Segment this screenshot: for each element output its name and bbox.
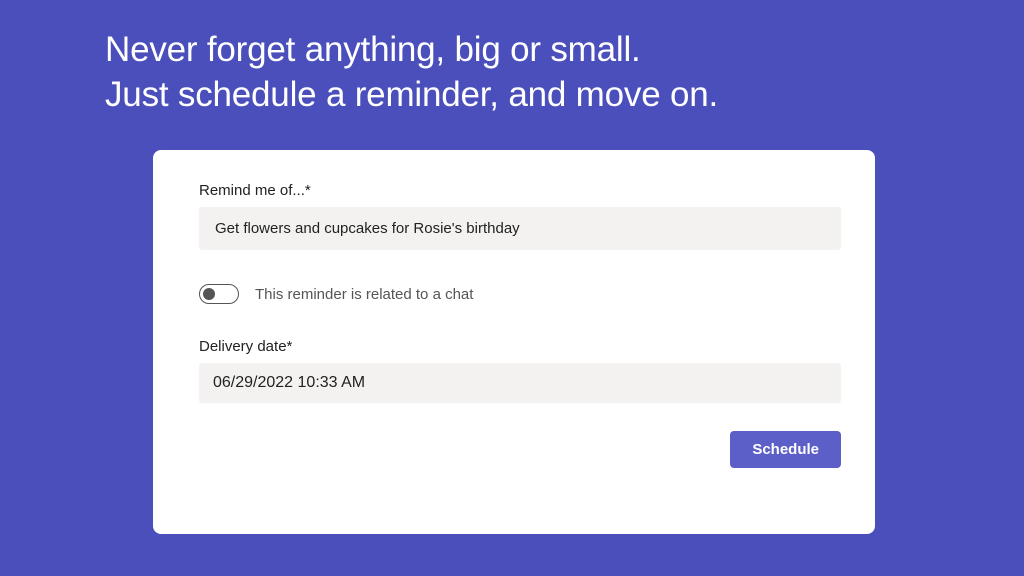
delivery-label: Delivery date* [199, 338, 841, 355]
reminder-card: Remind me of...* This reminder is relate… [153, 150, 875, 534]
chat-toggle-label: This reminder is related to a chat [255, 286, 473, 303]
delivery-date-input[interactable] [199, 363, 841, 403]
chat-toggle[interactable] [199, 284, 239, 304]
remind-input[interactable] [199, 207, 841, 250]
hero-headline: Never forget anything, big or small. Jus… [105, 28, 718, 118]
hero-line-2: Just schedule a reminder, and move on. [105, 73, 718, 118]
hero-line-1: Never forget anything, big or small. [105, 28, 718, 73]
card-actions: Schedule [199, 431, 841, 468]
remind-label: Remind me of...* [199, 182, 841, 199]
schedule-button[interactable]: Schedule [730, 431, 841, 468]
chat-toggle-row: This reminder is related to a chat [199, 284, 841, 304]
toggle-knob-icon [203, 288, 215, 300]
